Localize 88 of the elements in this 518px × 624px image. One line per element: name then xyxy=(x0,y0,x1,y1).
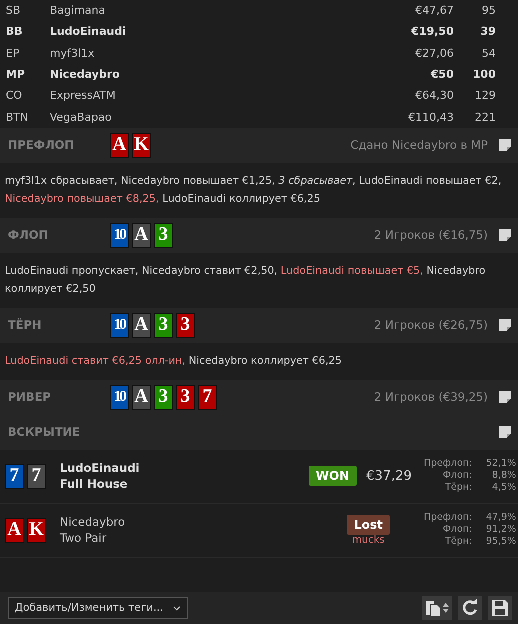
player-stack: €19,50 xyxy=(410,25,454,38)
chevron-down-icon xyxy=(173,606,181,610)
equity-label: Флоп: xyxy=(442,524,472,536)
player-stack: €110,43 xyxy=(408,110,454,124)
street-label: РИВЕР xyxy=(8,390,52,404)
player-stack: €50 xyxy=(430,68,454,82)
player-stack-bb: 54 xyxy=(481,46,496,60)
street-summary: 2 Игроков (€16,75) xyxy=(374,228,488,242)
equity-label: Префлоп: xyxy=(424,512,472,524)
player-name: LudoEinaudi xyxy=(50,25,128,38)
note-icon[interactable] xyxy=(498,318,512,332)
refresh-button[interactable] xyxy=(458,596,482,620)
equity-value: 47,9% xyxy=(485,512,516,524)
player-name: VegaBapao xyxy=(50,110,113,124)
copy-button[interactable] xyxy=(422,596,452,620)
up-down-icon xyxy=(443,602,449,614)
note-icon[interactable] xyxy=(498,228,512,242)
playing-card: A xyxy=(132,222,151,248)
street-summary: 2 Игроков (€39,25) xyxy=(374,390,488,404)
note-icon[interactable] xyxy=(498,138,512,152)
street-summary: Сдано Nicedaybro в MP xyxy=(350,138,488,152)
player-stack: €64,30 xyxy=(414,89,454,102)
save-button[interactable] xyxy=(488,596,512,620)
player-stack-bb: 95 xyxy=(481,4,496,18)
playing-card: K xyxy=(27,518,46,543)
equity-label: Префлоп: xyxy=(424,458,472,470)
player-stack-bb: 39 xyxy=(480,25,496,38)
muck-label: mucks xyxy=(352,534,385,546)
street-label: ВСКРЫТИЕ xyxy=(8,425,82,440)
equity-value: 95,5% xyxy=(485,536,516,548)
equity-label: Флоп: xyxy=(442,470,472,482)
equity-value: 8,8% xyxy=(491,470,516,482)
street-label: ПРЕФЛОП xyxy=(8,138,76,152)
player-stack-bb: 100 xyxy=(472,68,496,82)
street-summary: 2 Игроков (€26,75) xyxy=(374,318,488,332)
playing-card: A xyxy=(110,132,129,158)
playing-card: 3 xyxy=(176,312,195,338)
street-actions: myf3l1x сбрасывает, Nicedaybro повышает €1,25, 3 сбрасывает, LudoEinaudi повышает €2, Nicedaybro повышает €8,25, LudoEinaudi коллирует €6,25 xyxy=(4,174,503,207)
player-name: Bagimana xyxy=(50,4,106,18)
hand-name: Two Pair xyxy=(60,530,108,546)
player-position: CO xyxy=(6,89,24,102)
playing-card: 3 xyxy=(154,312,173,338)
copy-icon xyxy=(425,600,441,616)
player-name: Nicedaybro xyxy=(60,514,126,530)
street-label: ТЁРН xyxy=(8,318,43,332)
won-amount: €37,29 xyxy=(366,468,412,484)
hand-name: Full House xyxy=(60,476,129,492)
playing-card: 3 xyxy=(154,222,173,248)
playing-card: 10 xyxy=(110,222,129,248)
playing-card: 3 xyxy=(176,384,195,410)
street-actions: LudoEinaudi ставит €6,25 олл-ин, Nicedaybro коллирует €6,25 xyxy=(4,354,343,369)
street-actions: LudoEinaudi пропускает, Nicedaybro ставит €2,50, LudoEinaudi повышает €5, Nicedaybro коллирует €2,50 xyxy=(4,264,487,297)
player-position: MP xyxy=(6,68,26,82)
player-name: LudoEinaudi xyxy=(60,460,141,476)
note-icon[interactable] xyxy=(498,390,512,404)
refresh-icon xyxy=(461,599,479,617)
player-position: SB xyxy=(6,4,22,18)
player-name: myf3l1x xyxy=(50,46,96,60)
player-stack-bb: 129 xyxy=(474,89,496,102)
equity-value: 4,5% xyxy=(491,482,516,494)
player-name: Nicedaybro xyxy=(50,68,121,82)
playing-card: 10 xyxy=(110,384,129,410)
equity-label: Тёрн: xyxy=(444,536,472,548)
save-icon xyxy=(491,599,509,617)
playing-card: K xyxy=(132,132,151,158)
playing-card: 3 xyxy=(154,384,173,410)
player-stack-bb: 221 xyxy=(474,110,496,124)
player-stack: €27,06 xyxy=(414,46,454,60)
playing-card: A xyxy=(132,384,151,410)
result-badge: WON xyxy=(309,466,356,486)
note-icon[interactable] xyxy=(498,425,512,440)
playing-card: 7 xyxy=(27,464,46,489)
playing-card: A xyxy=(132,312,151,338)
player-position: BTN xyxy=(6,110,30,124)
playing-card: A xyxy=(5,518,24,543)
equity-label: Тёрн: xyxy=(444,482,472,494)
equity-value: 91,2% xyxy=(485,524,516,536)
equity-value: 52,1% xyxy=(485,458,516,470)
result-badge: Lost xyxy=(347,514,390,535)
player-position: EP xyxy=(6,46,21,60)
playing-card: 10 xyxy=(110,312,129,338)
player-name: ExpressATM xyxy=(50,89,117,102)
player-position: BB xyxy=(6,25,24,38)
tags-dropdown[interactable]: Добавить/Изменить теги... xyxy=(8,597,188,619)
street-label: ФЛОП xyxy=(8,228,50,242)
playing-card: 7 xyxy=(198,384,217,410)
playing-card: 7 xyxy=(5,464,24,489)
player-stack: €47,67 xyxy=(414,4,454,18)
